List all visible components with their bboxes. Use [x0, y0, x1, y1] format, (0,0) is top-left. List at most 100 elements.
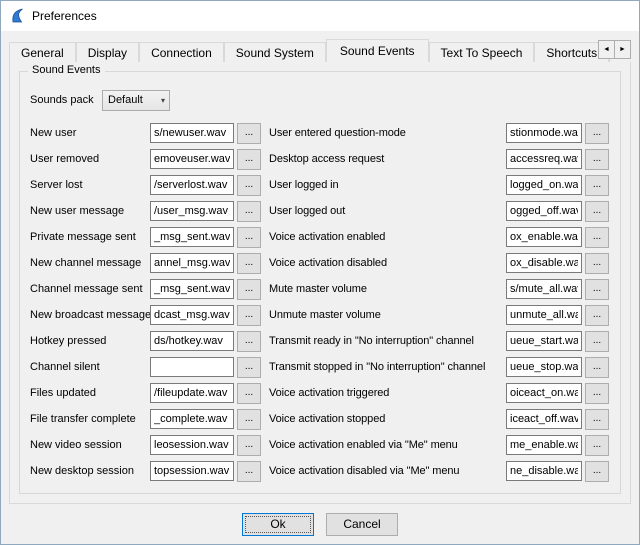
tab-scroll-right-button[interactable]: ►	[614, 40, 631, 59]
sound-file-input[interactable]	[150, 409, 234, 429]
sound-event-label: New channel message	[30, 257, 150, 269]
browse-button[interactable]: ...	[237, 461, 261, 482]
sound-file-input[interactable]	[506, 331, 582, 351]
browse-button[interactable]: ...	[585, 253, 609, 274]
sound-file-input[interactable]	[506, 253, 582, 273]
tab-scroll-control: ◄ ►	[598, 40, 631, 59]
browse-button[interactable]: ...	[237, 123, 261, 144]
browse-button[interactable]: ...	[585, 435, 609, 456]
sound-event-row: Hotkey pressed...	[30, 328, 261, 354]
sound-event-row: User removed...	[30, 146, 261, 172]
sound-event-row: Desktop access request...	[269, 146, 610, 172]
sound-file-input[interactable]	[150, 175, 234, 195]
sound-event-label: Voice activation stopped	[269, 413, 506, 425]
browse-button[interactable]: ...	[585, 409, 609, 430]
sound-file-input[interactable]	[150, 201, 234, 221]
browse-button[interactable]: ...	[237, 409, 261, 430]
sound-file-input[interactable]	[506, 383, 582, 403]
browse-button[interactable]: ...	[237, 227, 261, 248]
sound-file-input[interactable]	[506, 149, 582, 169]
sounds-pack-select[interactable]: Default ▾	[102, 90, 170, 111]
browse-button[interactable]: ...	[237, 435, 261, 456]
chevron-down-icon: ▾	[161, 96, 165, 105]
browse-button[interactable]: ...	[237, 383, 261, 404]
sound-file-input[interactable]	[506, 123, 582, 143]
sound-event-label: File transfer complete	[30, 413, 150, 425]
tab-connection[interactable]: Connection	[139, 42, 224, 62]
sound-file-input[interactable]	[150, 149, 234, 169]
sound-event-row: Channel silent...	[30, 354, 261, 380]
titlebar[interactable]: Preferences	[1, 1, 639, 31]
tab-general[interactable]: General	[9, 42, 76, 62]
sound-file-input[interactable]	[150, 383, 234, 403]
sound-file-input[interactable]	[506, 435, 582, 455]
browse-button[interactable]: ...	[585, 279, 609, 300]
sound-event-label: Channel message sent	[30, 283, 150, 295]
tab-sound-system[interactable]: Sound System	[224, 42, 326, 62]
sound-file-input[interactable]	[150, 331, 234, 351]
browse-button[interactable]: ...	[585, 305, 609, 326]
browse-button[interactable]: ...	[237, 201, 261, 222]
tab-bar-tabs: GeneralDisplayConnectionSound SystemSoun…	[9, 39, 631, 62]
sound-file-input[interactable]	[506, 409, 582, 429]
sound-file-input[interactable]	[506, 461, 582, 481]
browse-button[interactable]: ...	[237, 253, 261, 274]
sound-file-input[interactable]	[506, 175, 582, 195]
browse-button[interactable]: ...	[585, 175, 609, 196]
tab-scroll-left-button[interactable]: ◄	[598, 40, 615, 59]
browse-button[interactable]: ...	[585, 201, 609, 222]
browse-button[interactable]: ...	[237, 357, 261, 378]
sound-event-row: New desktop session...	[30, 458, 261, 484]
sound-file-input[interactable]	[150, 253, 234, 273]
browse-button[interactable]: ...	[237, 149, 261, 170]
sound-event-label: Voice activation triggered	[269, 387, 506, 399]
sound-event-row: Mute master volume...	[269, 276, 610, 302]
cancel-button[interactable]: Cancel	[326, 513, 398, 536]
sound-event-row: Voice activation enabled via "Me" menu..…	[269, 432, 610, 458]
browse-button[interactable]: ...	[585, 227, 609, 248]
tab-sound-events[interactable]: Sound Events	[326, 39, 429, 62]
browse-button[interactable]: ...	[585, 383, 609, 404]
browse-button[interactable]: ...	[237, 175, 261, 196]
browse-button[interactable]: ...	[237, 279, 261, 300]
sound-event-label: New desktop session	[30, 465, 150, 477]
sounds-pack-label: Sounds pack	[30, 94, 102, 106]
sound-event-label: Desktop access request	[269, 153, 506, 165]
browse-button[interactable]: ...	[585, 331, 609, 352]
tab-bar: GeneralDisplayConnectionSound SystemSoun…	[9, 39, 631, 61]
browse-button[interactable]: ...	[237, 331, 261, 352]
preferences-dialog: Preferences GeneralDisplayConnectionSoun…	[0, 0, 640, 545]
sound-event-label: Voice activation disabled	[269, 257, 506, 269]
sound-event-row: Files updated...	[30, 380, 261, 406]
sound-event-label: Voice activation enabled via "Me" menu	[269, 439, 506, 451]
sound-file-input[interactable]	[150, 279, 234, 299]
ok-button[interactable]: Ok	[242, 513, 314, 536]
sound-file-input[interactable]	[150, 435, 234, 455]
browse-button[interactable]: ...	[585, 357, 609, 378]
sound-file-input[interactable]	[150, 357, 234, 377]
sound-event-label: Hotkey pressed	[30, 335, 150, 347]
sound-event-row: User logged in...	[269, 172, 610, 198]
sound-event-row: New user...	[30, 120, 261, 146]
sound-file-input[interactable]	[150, 227, 234, 247]
tab-display[interactable]: Display	[76, 42, 139, 62]
sound-event-label: Transmit ready in "No interruption" chan…	[269, 335, 506, 347]
sound-file-input[interactable]	[150, 305, 234, 325]
sound-event-row: User entered question-mode...	[269, 120, 610, 146]
sound-file-input[interactable]	[506, 227, 582, 247]
sound-file-input[interactable]	[506, 305, 582, 325]
tab-text-to-speech[interactable]: Text To Speech	[429, 42, 535, 62]
sound-file-input[interactable]	[150, 461, 234, 481]
sound-event-row: Channel message sent...	[30, 276, 261, 302]
sound-file-input[interactable]	[506, 201, 582, 221]
sound-event-row: File transfer complete...	[30, 406, 261, 432]
tab-page-sound-events: Sound Events Sounds pack Default ▾ New u…	[9, 61, 631, 504]
sound-file-input[interactable]	[506, 357, 582, 377]
sound-file-input[interactable]	[506, 279, 582, 299]
sound-file-input[interactable]	[150, 123, 234, 143]
browse-button[interactable]: ...	[585, 149, 609, 170]
browse-button[interactable]: ...	[237, 305, 261, 326]
browse-button[interactable]: ...	[585, 461, 609, 482]
browse-button[interactable]: ...	[585, 123, 609, 144]
sound-events-groupbox: Sound Events Sounds pack Default ▾ New u…	[19, 71, 621, 494]
